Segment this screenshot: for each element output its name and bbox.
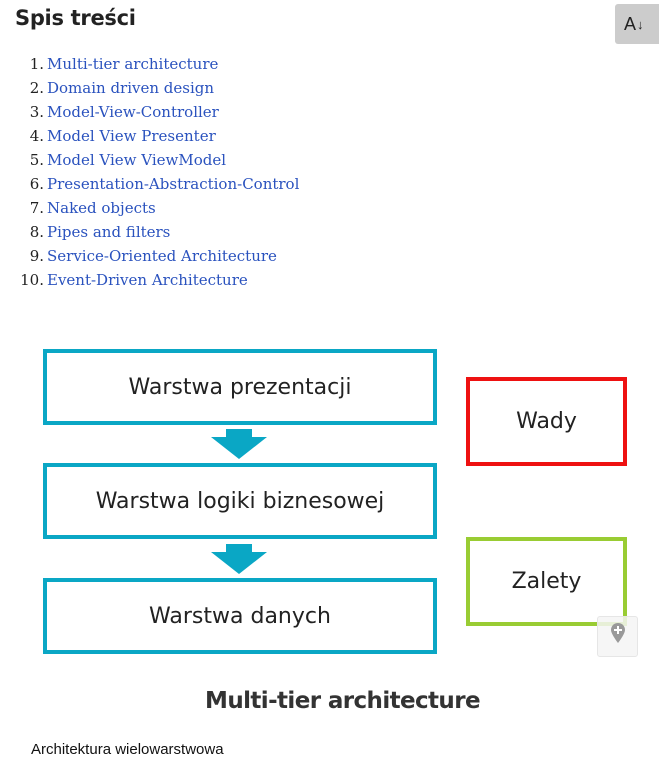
- toc-link[interactable]: Multi-tier architecture: [47, 52, 218, 76]
- toc-link[interactable]: Model View ViewModel: [47, 148, 226, 172]
- toc-item: 9. Service-Oriented Architecture: [0, 244, 299, 268]
- toc-link[interactable]: Service-Oriented Architecture: [47, 244, 277, 268]
- toc-link[interactable]: Presentation-Abstraction-Control: [47, 172, 299, 196]
- toc-item-number: 10.: [20, 271, 44, 289]
- toc-item: 10. Event-Driven Architecture: [0, 268, 299, 292]
- toc-item-number: 3.: [29, 103, 44, 121]
- font-size-label: A: [624, 13, 637, 34]
- toc-item-number: 6.: [29, 175, 44, 193]
- advantages-box: Zalety: [466, 537, 627, 626]
- layer-data: Warstwa danych: [43, 578, 437, 654]
- section-title: Multi-tier architecture: [205, 688, 480, 714]
- toc-item-number: 9.: [29, 247, 44, 265]
- toc-item-number: 4.: [29, 127, 44, 145]
- toc-link[interactable]: Naked objects: [47, 196, 156, 220]
- toc-link[interactable]: Domain driven design: [47, 76, 214, 100]
- table-of-contents: 1. Multi-tier architecture 2. Domain drive…: [0, 52, 299, 292]
- map-pin-plus-icon: [610, 623, 625, 643]
- toc-item: 6. Presentation-Abstraction-Control: [0, 172, 300, 196]
- font-size-button[interactable]: A ↓: [615, 4, 659, 44]
- toc-item: 1. Multi-tier architecture: [0, 52, 299, 76]
- toc-item-number: 8.: [29, 223, 44, 241]
- pin-add-button[interactable]: [597, 616, 638, 657]
- toc-item: 7. Naked objects: [0, 196, 299, 220]
- toc-link[interactable]: Event-Driven Architecture: [47, 268, 248, 292]
- arrow-down-icon: ↓: [637, 16, 644, 32]
- toc-item-number: 2.: [29, 79, 44, 97]
- toc-item: 5. Model View ViewModel: [0, 148, 299, 172]
- toc-link[interactable]: Pipes and filters: [47, 220, 170, 244]
- toc-item-number: 5.: [29, 151, 44, 169]
- toc-item: 3. Model-View-Controller: [0, 100, 299, 124]
- toc-title: Spis treści: [15, 6, 136, 30]
- toc-item-number: 7.: [29, 199, 44, 217]
- toc-item: 8. Pipes and filters: [0, 220, 299, 244]
- arrow-down-icon: [211, 429, 267, 459]
- layer-business-logic: Warstwa logiki biznesowej: [43, 463, 437, 539]
- toc-item-number: 1.: [29, 55, 44, 73]
- architecture-diagram: Warstwa prezentacji Warstwa logiki bizne…: [0, 340, 659, 670]
- toc-link[interactable]: Model View Presenter: [47, 124, 216, 148]
- toc-item: 4. Model View Presenter: [0, 124, 299, 148]
- drawbacks-box: Wady: [466, 377, 627, 466]
- arrow-down-icon: [211, 544, 267, 574]
- layer-presentation: Warstwa prezentacji: [43, 349, 437, 425]
- toc-item: 2. Domain driven design: [0, 76, 299, 100]
- section-text: Architektura wielowarstwowa: [31, 741, 224, 758]
- toc-link[interactable]: Model-View-Controller: [47, 100, 219, 124]
